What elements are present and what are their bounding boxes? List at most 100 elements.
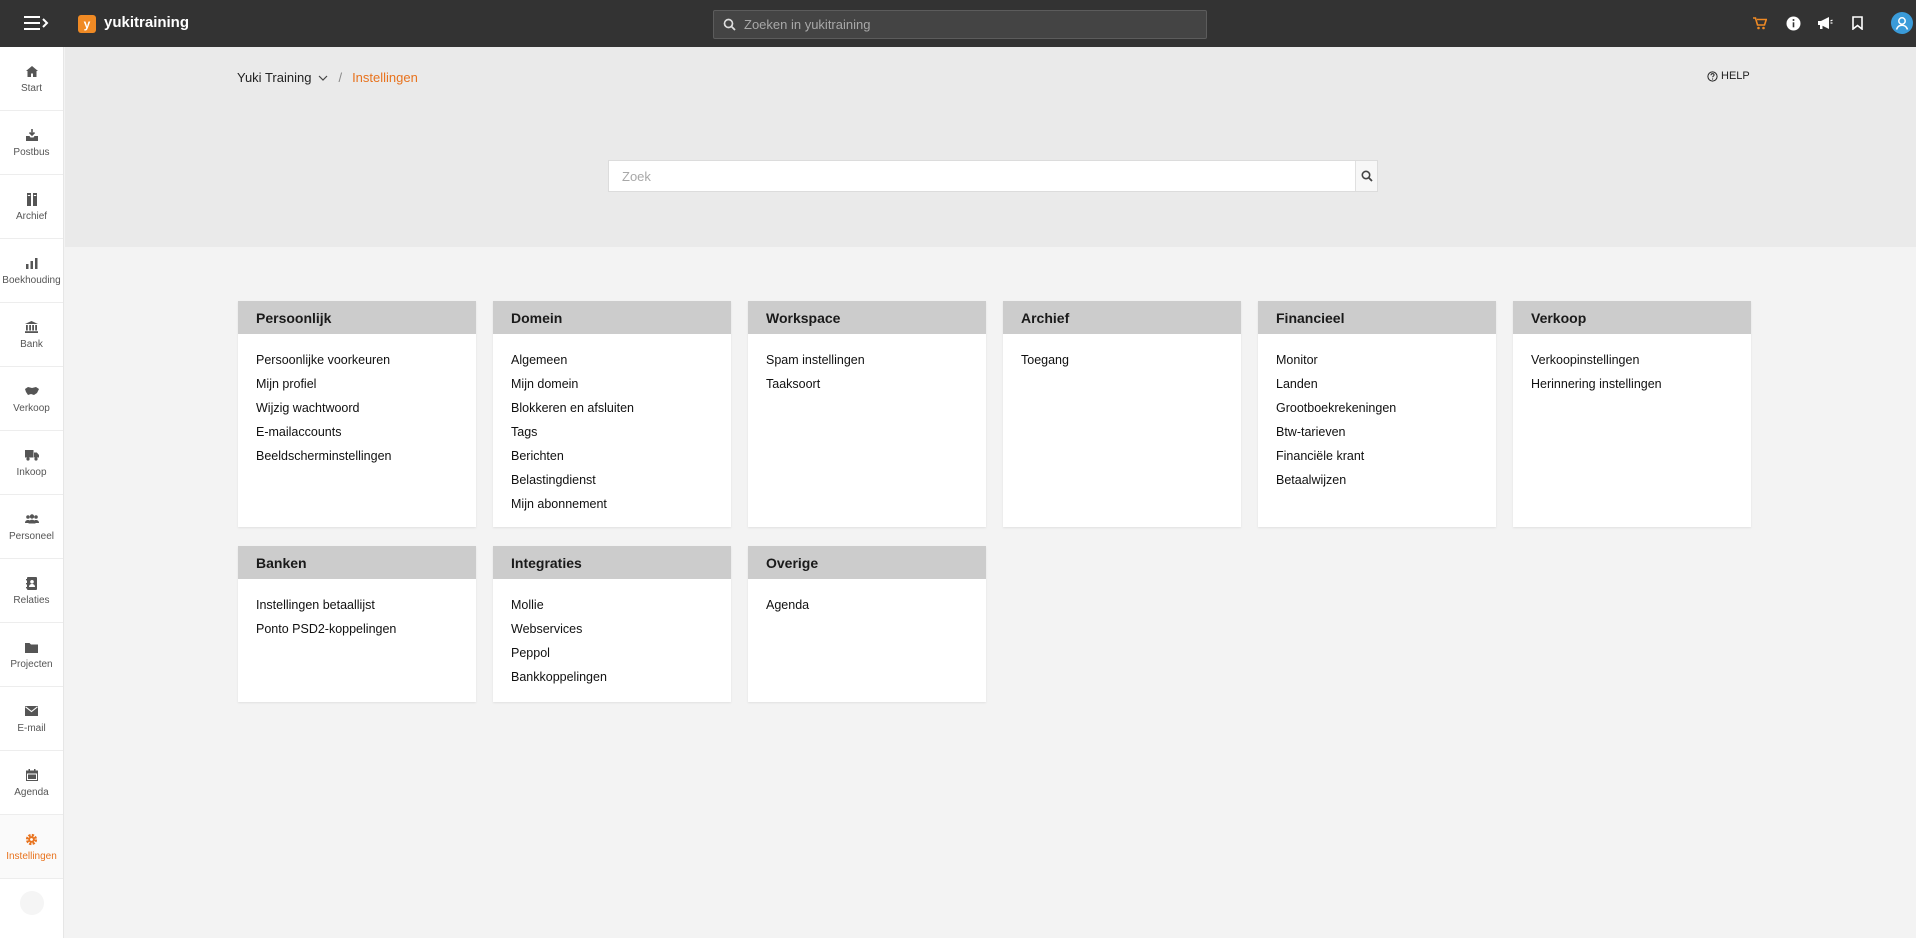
- card-links: Spam instellingen Taaksoort: [748, 334, 986, 414]
- sidebar-item-archief[interactable]: Archief: [0, 175, 63, 239]
- settings-card-domein: Domein Algemeen Mijn domein Blokkeren en af…: [493, 301, 731, 527]
- settings-link[interactable]: Wijzig wachtwoord: [256, 400, 458, 424]
- card-links: Agenda: [748, 579, 986, 635]
- search-icon: [1360, 170, 1373, 182]
- handshake-icon: [24, 383, 39, 399]
- menu-toggle-icon[interactable]: [22, 12, 50, 34]
- info-icon[interactable]: [1784, 14, 1802, 32]
- settings-link[interactable]: Webservices: [511, 621, 713, 645]
- settings-link[interactable]: Beeldscherminstellingen: [256, 448, 458, 472]
- settings-link[interactable]: Spam instellingen: [766, 352, 968, 376]
- settings-link[interactable]: Mijn domein: [511, 376, 713, 400]
- card-title: Verkoop: [1513, 301, 1751, 334]
- sidebar-item-boekhouding[interactable]: Boekhouding: [0, 239, 63, 303]
- sidebar-item-agenda[interactable]: Agenda: [0, 751, 63, 815]
- settings-link[interactable]: Persoonlijke voorkeuren: [256, 352, 458, 376]
- sidebar-item-e-mail[interactable]: E-mail: [0, 687, 63, 751]
- chevron-down-icon: [318, 75, 328, 81]
- settings-link[interactable]: Berichten: [511, 448, 713, 472]
- sidebar-item-start[interactable]: Start: [0, 47, 63, 111]
- settings-card-archief: Archief Toegang: [1003, 301, 1241, 527]
- settings-link[interactable]: Mijn abonnement: [511, 496, 713, 520]
- sidebar-item-inkoop[interactable]: Inkoop: [0, 431, 63, 495]
- sidebar-item-label: Bank: [20, 339, 43, 350]
- bookmark-icon[interactable]: [1848, 14, 1866, 32]
- settings-search-input[interactable]: [609, 161, 1355, 191]
- settings-link[interactable]: Mijn profiel: [256, 376, 458, 400]
- settings-link[interactable]: Mollie: [511, 597, 713, 621]
- card-title: Banken: [238, 546, 476, 579]
- sidebar-item-relaties[interactable]: Relaties: [0, 559, 63, 623]
- sidebar-item-label: Relaties: [13, 595, 50, 606]
- settings-link[interactable]: Landen: [1276, 376, 1478, 400]
- folder-icon: [25, 639, 38, 655]
- sidebar-item-label: Instellingen: [6, 851, 57, 862]
- settings-link[interactable]: Belastingdienst: [511, 472, 713, 496]
- sidebar-item-label: Start: [20, 83, 43, 94]
- settings-link[interactable]: Algemeen: [511, 352, 713, 376]
- settings-card-banken: Banken Instellingen betaallijst Ponto PSD2…: [238, 546, 476, 702]
- settings-link[interactable]: Grootboekrekeningen: [1276, 400, 1478, 424]
- settings-link[interactable]: Monitor: [1276, 352, 1478, 376]
- settings-card-overige: Overige Agenda: [748, 546, 986, 702]
- settings-link[interactable]: Bankkoppelingen: [511, 669, 713, 693]
- breadcrumb-root-label: Yuki Training: [237, 70, 312, 85]
- settings-link[interactable]: Tags: [511, 424, 713, 448]
- settings-link[interactable]: Peppol: [511, 645, 713, 669]
- cart-icon[interactable]: [1751, 14, 1769, 32]
- breadcrumb-domain-selector[interactable]: Yuki Training: [237, 70, 328, 85]
- global-search[interactable]: [713, 10, 1207, 39]
- card-title: Financieel: [1258, 301, 1496, 334]
- envelope-icon: [25, 703, 38, 719]
- gear-icon: [25, 831, 38, 847]
- settings-link[interactable]: Taaksoort: [766, 376, 968, 400]
- help-button[interactable]: HELP: [1707, 70, 1750, 82]
- sidebar-item-postbus[interactable]: Postbus: [0, 111, 63, 175]
- card-links: Toegang: [1003, 334, 1241, 390]
- settings-link[interactable]: Instellingen betaallijst: [256, 597, 458, 621]
- settings-link[interactable]: Ponto PSD2-koppelingen: [256, 621, 458, 645]
- help-label: HELP: [1721, 70, 1750, 82]
- card-title: Archief: [1003, 301, 1241, 334]
- card-links: Algemeen Mijn domein Blokkeren en afsluite…: [493, 334, 731, 534]
- settings-link[interactable]: Blokkeren en afsluiten: [511, 400, 713, 424]
- bank-icon: [25, 319, 38, 335]
- sidebar-item-verkoop[interactable]: Verkoop: [0, 367, 63, 431]
- sidebar-item-label: Agenda: [14, 787, 49, 798]
- sidebar-item-personeel[interactable]: Personeel: [0, 495, 63, 559]
- settings-link[interactable]: E-mailaccounts: [256, 424, 458, 448]
- app-name[interactable]: yukitraining: [104, 14, 189, 31]
- card-title: Workspace: [748, 301, 986, 334]
- sidebar-item-bank[interactable]: Bank: [0, 303, 63, 367]
- megaphone-icon[interactable]: [1816, 14, 1834, 32]
- settings-link[interactable]: Agenda: [766, 597, 968, 621]
- settings-card-workspace: Workspace Spam instellingen Taaksoort: [748, 301, 986, 527]
- card-links: Persoonlijke voorkeuren Mijn profiel Wijzi…: [238, 334, 476, 486]
- sidebar-item-projecten[interactable]: Projecten: [0, 623, 63, 687]
- settings-card-financieel: Financieel Monitor Landen Grootboekrekening…: [1258, 301, 1496, 527]
- global-search-input[interactable]: [744, 11, 1206, 38]
- bar-chart-icon: [25, 255, 38, 271]
- settings-link[interactable]: Financiële krant: [1276, 448, 1478, 472]
- sidebar-placeholder: [20, 891, 44, 915]
- sidebar-item-label: Postbus: [13, 147, 50, 158]
- settings-link[interactable]: Btw-tarieven: [1276, 424, 1478, 448]
- sidebar-item-instellingen[interactable]: Instellingen: [0, 815, 63, 879]
- settings-link[interactable]: Herinnering instellingen: [1531, 376, 1733, 400]
- settings-link[interactable]: Toegang: [1021, 352, 1223, 376]
- user-avatar-icon[interactable]: [1891, 12, 1913, 34]
- settings-link[interactable]: Verkoopinstellingen: [1531, 352, 1733, 376]
- settings-card-verkoop: Verkoop Verkoopinstellingen Herinnering in…: [1513, 301, 1751, 527]
- sidebar-item-label: Projecten: [10, 659, 53, 670]
- sidebar-item-label: Inkoop: [16, 467, 47, 478]
- app-logo[interactable]: y: [78, 15, 96, 33]
- contact-book-icon: [26, 575, 37, 591]
- settings-search[interactable]: [608, 160, 1378, 192]
- card-links: Verkoopinstellingen Herinnering instellin…: [1513, 334, 1751, 414]
- top-bar: y yukitraining: [0, 0, 1916, 47]
- truck-icon: [24, 447, 39, 463]
- sidebar-item-label: Verkoop: [13, 403, 50, 414]
- settings-link[interactable]: Betaalwijzen: [1276, 472, 1478, 496]
- card-title: Domein: [493, 301, 731, 334]
- search-button[interactable]: [1355, 161, 1377, 191]
